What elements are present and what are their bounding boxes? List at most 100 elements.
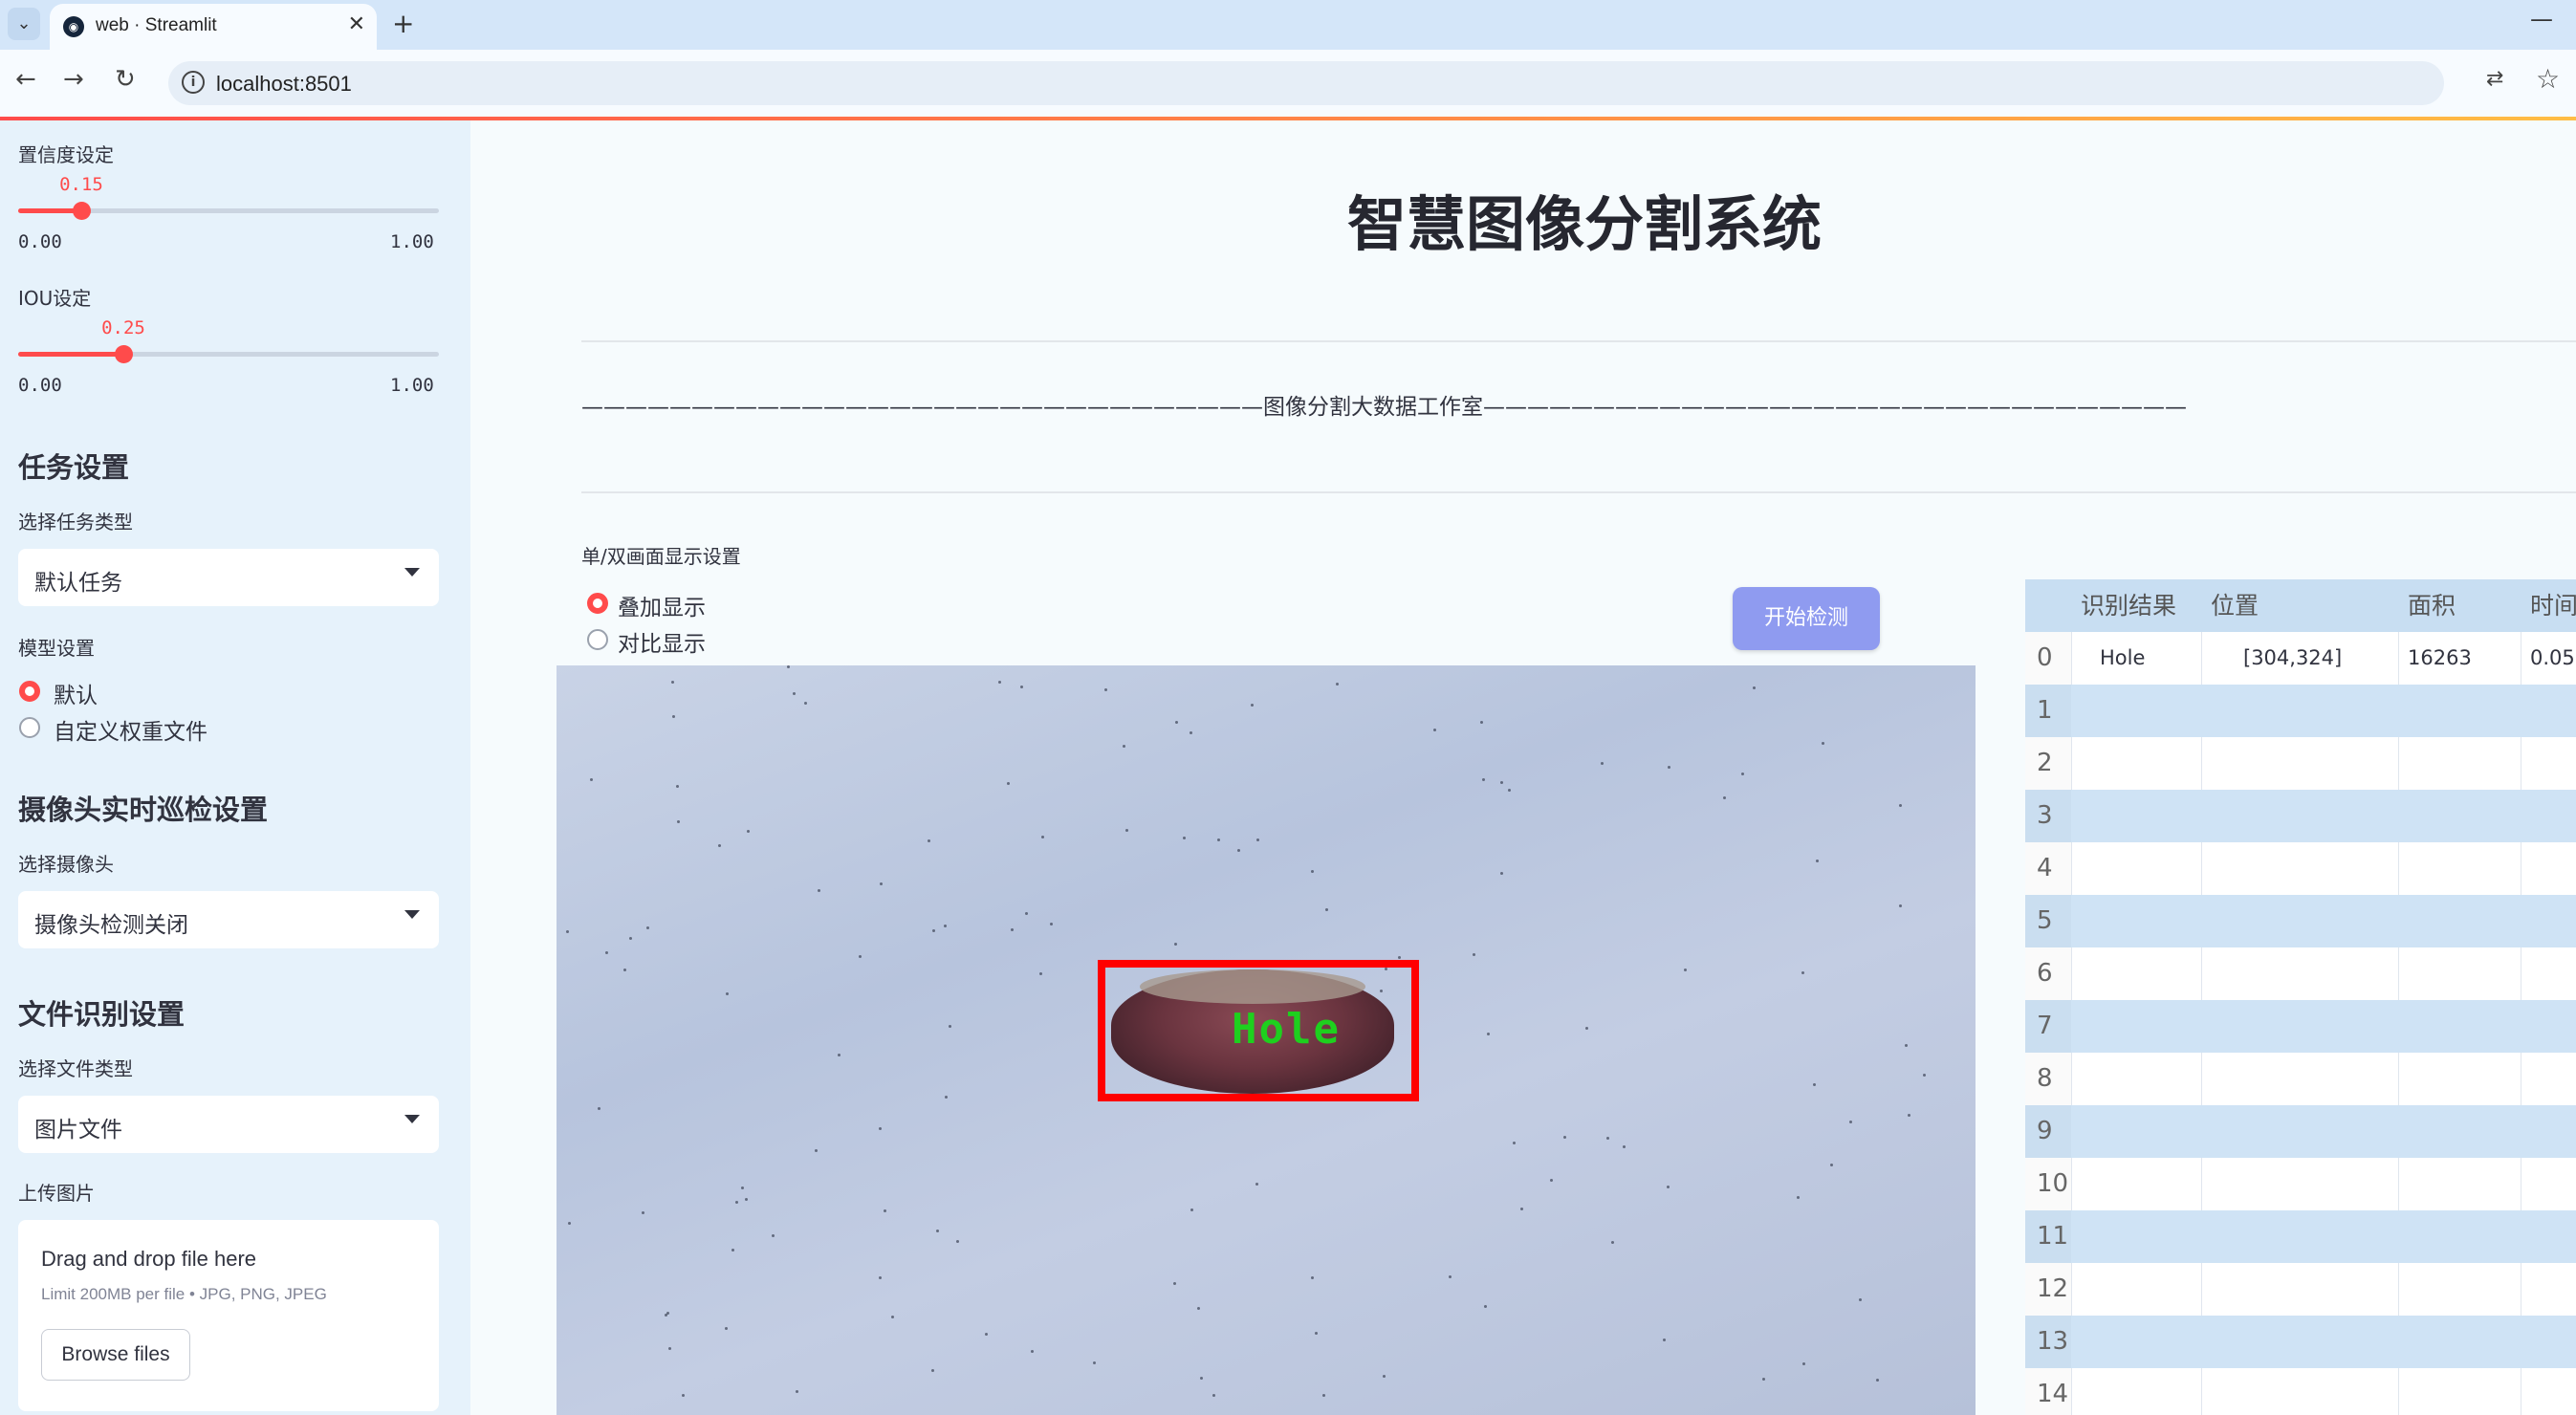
image-speck: [1050, 923, 1053, 925]
table-row[interactable]: 4: [2025, 842, 2576, 895]
image-speck: [796, 1390, 798, 1393]
table-header-cell[interactable]: 面积: [2408, 579, 2521, 632]
start-detection-button[interactable]: 开始检测: [1733, 587, 1880, 650]
table-header-cell[interactable]: 识别结果: [2081, 579, 2201, 632]
table-cell-time: [2530, 685, 2576, 737]
image-speck: [1899, 804, 1902, 807]
image-speck: [735, 1201, 738, 1204]
image-speck: [1550, 1179, 1553, 1182]
forward-arrow-icon[interactable]: →: [63, 65, 84, 94]
image-speck: [1563, 1136, 1566, 1139]
model-radio-default[interactable]: [19, 681, 40, 702]
browser-addressbar: ← → ↻ i localhost:8501 ⇄ ☆: [0, 50, 2576, 117]
table-header-cell[interactable]: 位置: [2211, 579, 2398, 632]
close-tab-icon[interactable]: ✕: [348, 12, 365, 36]
table-cell-result: [2100, 1158, 2201, 1210]
display-radio-compare[interactable]: [587, 629, 608, 650]
table-cell-position: [2243, 1368, 2398, 1415]
display-radio-overlay[interactable]: [587, 593, 608, 614]
translate-icon[interactable]: ⇄: [2486, 67, 2503, 91]
iou-slider-thumb[interactable]: [115, 345, 133, 363]
table-row[interactable]: 12: [2025, 1263, 2576, 1316]
image-speck: [672, 715, 675, 718]
image-speck: [949, 1025, 951, 1028]
camera-label: 选择摄像头: [18, 853, 114, 876]
browser-tab[interactable]: ◉ web · Streamlit ✕: [50, 4, 377, 50]
table-row[interactable]: 5: [2025, 895, 2576, 947]
image-speck: [1251, 704, 1254, 707]
url-bar[interactable]: i localhost:8501: [168, 61, 2444, 105]
model-option-custom[interactable]: 自定义权重文件: [54, 713, 207, 746]
confidence-slider[interactable]: [18, 202, 439, 220]
image-speck: [1741, 773, 1744, 775]
table-cell-result: [2100, 1368, 2201, 1415]
image-speck: [1480, 721, 1483, 724]
table-cell-area: [2408, 1263, 2521, 1316]
table-row-index: 12: [2037, 1274, 2069, 1303]
image-speck: [879, 1276, 882, 1279]
table-row[interactable]: 1: [2025, 685, 2576, 737]
image-speck: [676, 785, 679, 788]
image-speck: [1311, 1276, 1314, 1279]
tab-list-chevron-icon[interactable]: ⌄: [8, 8, 40, 40]
table-cell-time: [2530, 1000, 2576, 1053]
new-tab-plus-icon[interactable]: +: [392, 8, 414, 39]
task-section-title: 任务设置: [18, 451, 130, 484]
task-type-value: 默认任务: [34, 571, 122, 596]
table-row[interactable]: 6: [2025, 947, 2576, 1000]
task-type-select[interactable]: 默认任务: [18, 549, 439, 606]
image-speck: [1041, 836, 1044, 838]
results-table[interactable]: 识别结果 位置 面积 时间 0 Hole [304,324] 16263 0.05 1 2 3 4 5 6 7…: [2025, 579, 2576, 1415]
bookmark-star-icon[interactable]: ☆: [2536, 63, 2560, 95]
table-row[interactable]: 0 Hole [304,324] 16263 0.05: [2025, 632, 2576, 685]
table-row[interactable]: 9: [2025, 1105, 2576, 1158]
table-cell-position: [2243, 1000, 2398, 1053]
image-speck: [1876, 1379, 1879, 1382]
iou-max: 1.00: [390, 375, 434, 396]
image-speck: [956, 1240, 959, 1243]
caret-down-icon: [404, 1115, 420, 1123]
file-uploader-dropzone[interactable]: Drag and drop file here Limit 200MB per …: [18, 1220, 439, 1411]
confidence-slider-thumb[interactable]: [73, 202, 91, 220]
table-row[interactable]: 11: [2025, 1210, 2576, 1263]
browse-files-button[interactable]: Browse files: [41, 1329, 190, 1381]
image-speck: [568, 1222, 571, 1225]
image-speck: [1520, 1208, 1523, 1210]
table-row[interactable]: 3: [2025, 790, 2576, 842]
table-header-cell[interactable]: 时间: [2530, 579, 2576, 632]
site-info-icon[interactable]: i: [182, 71, 205, 94]
camera-select[interactable]: 摄像头检测关闭: [18, 891, 439, 948]
table-cell-time: [2530, 895, 2576, 947]
image-speck: [1325, 908, 1328, 911]
image-speck: [731, 1249, 734, 1252]
image-speck: [1256, 838, 1259, 841]
window-minimize-icon[interactable]: —: [2530, 6, 2553, 33]
image-speck: [1336, 683, 1339, 686]
table-row[interactable]: 8: [2025, 1053, 2576, 1105]
table-row[interactable]: 10: [2025, 1158, 2576, 1210]
image-speck: [1174, 943, 1177, 946]
back-arrow-icon[interactable]: ←: [15, 65, 36, 94]
table-cell-position: [2243, 1158, 2398, 1210]
display-option-overlay[interactable]: 叠加显示: [618, 589, 706, 621]
model-radio-custom[interactable]: [19, 717, 40, 738]
table-row[interactable]: 14: [2025, 1368, 2576, 1415]
divider-bottom: [581, 491, 2576, 493]
image-speck: [932, 929, 935, 932]
page-title: 智慧图像分割系统: [1346, 189, 1822, 259]
reload-icon[interactable]: ↻: [115, 65, 136, 94]
model-option-default[interactable]: 默认: [54, 677, 98, 709]
table-row[interactable]: 2: [2025, 737, 2576, 790]
table-cell-time: [2530, 947, 2576, 1000]
iou-slider[interactable]: [18, 345, 439, 363]
table-row[interactable]: 7: [2025, 1000, 2576, 1053]
table-cell-time: [2530, 1210, 2576, 1263]
display-option-compare[interactable]: 对比显示: [618, 625, 706, 658]
table-cell-time: [2530, 1316, 2576, 1368]
table-header-row: 识别结果 位置 面积 时间: [2025, 579, 2576, 632]
file-type-select[interactable]: 图片文件: [18, 1096, 439, 1153]
image-speck: [787, 665, 790, 668]
table-row[interactable]: 13: [2025, 1316, 2576, 1368]
image-speck: [1905, 1044, 1908, 1047]
image-speck: [1487, 1033, 1490, 1035]
